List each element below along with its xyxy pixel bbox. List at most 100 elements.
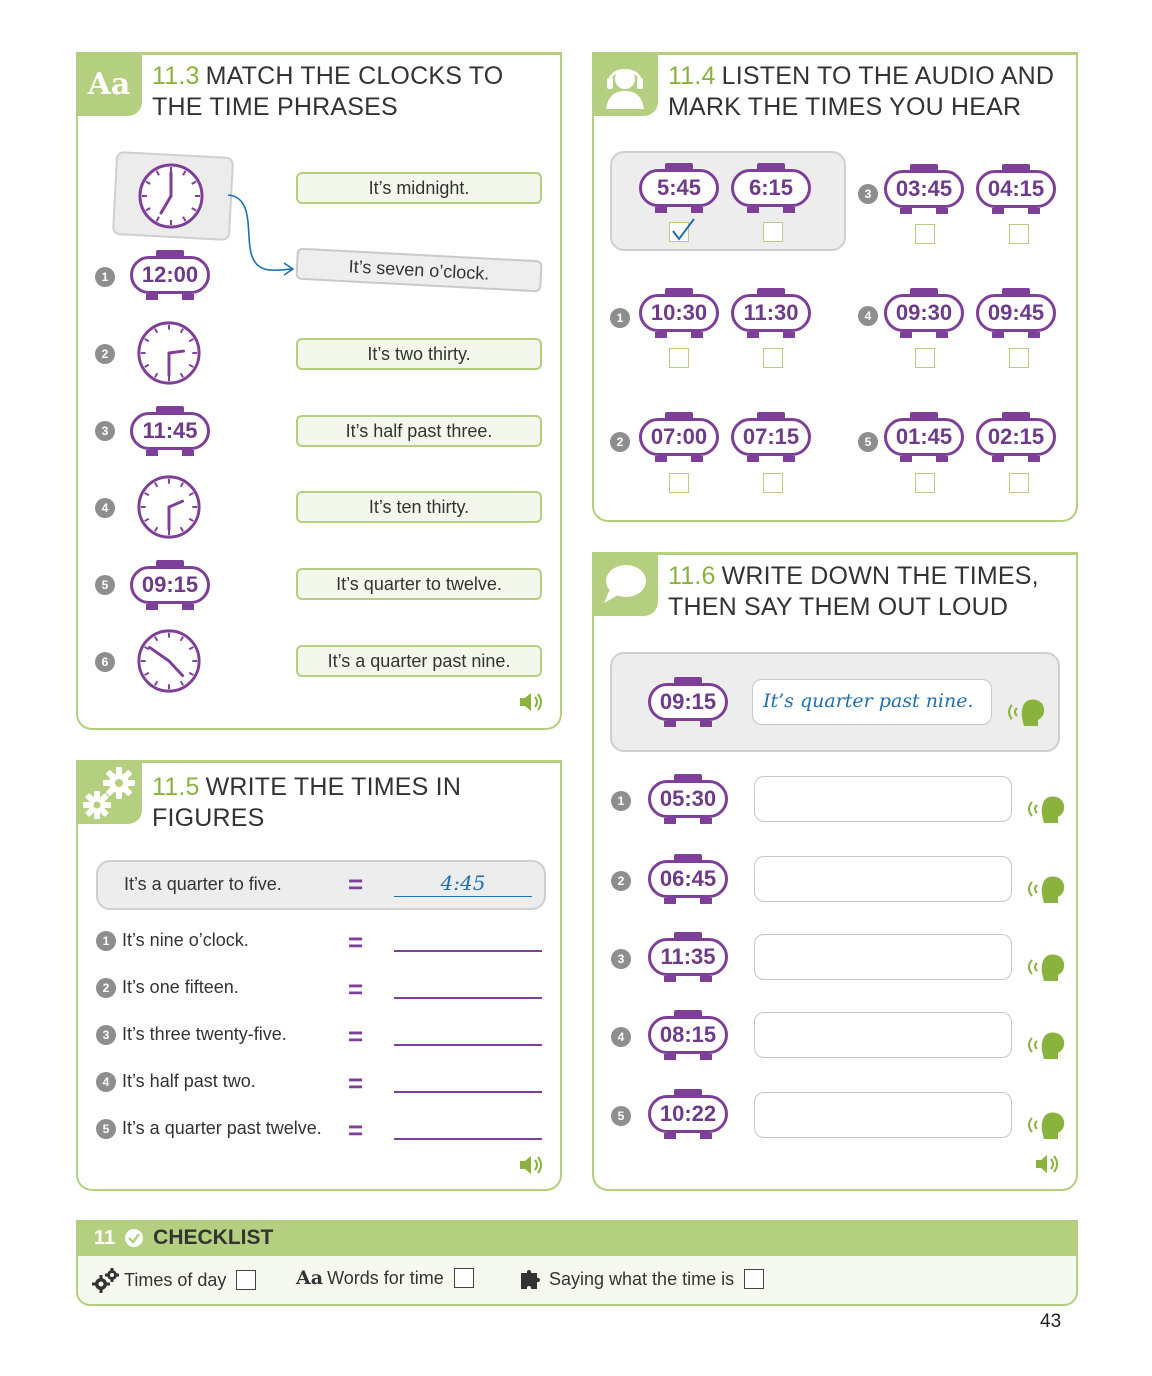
exercise-11-3-title: 11.3 MATCH THE CLOCKS TO THE TIME PHRASES (152, 62, 504, 121)
speaking-head-icon (1028, 876, 1065, 903)
digital-clock: 02:15 (976, 412, 1056, 462)
checkbox[interactable] (1009, 224, 1029, 244)
answer-line[interactable] (394, 1138, 542, 1140)
item-number: 1 (610, 308, 630, 328)
checkbox[interactable] (915, 224, 935, 244)
answer-speech-bubble[interactable] (754, 1092, 1012, 1138)
item-number: 6 (95, 652, 115, 672)
checkbox[interactable] (915, 348, 935, 368)
checklist-checkbox[interactable] (236, 1270, 257, 1290)
check-circle-icon (125, 1229, 144, 1247)
digital-clock: 06:45 (648, 854, 728, 904)
phrase-box[interactable]: It’s quarter to twelve. (296, 568, 542, 600)
headphones-listener-icon (592, 52, 658, 116)
item-sentence: It’s nine o’clock. (122, 930, 249, 950)
digital-clock: 07:00 (639, 412, 719, 462)
page-number: 43 (1040, 1311, 1062, 1332)
gears-icon (76, 760, 142, 824)
digital-clock: 12:00 (130, 250, 210, 300)
phrase-box[interactable]: It’s midnight. (296, 172, 542, 204)
item-number: 2 (95, 344, 115, 364)
digital-clock: 03:45 (884, 164, 964, 214)
digital-clock: 08:15 (648, 1010, 728, 1060)
checkbox[interactable] (763, 222, 783, 242)
digital-clock: 04:15 (976, 164, 1056, 214)
item-sentence: It’s three twenty-five. (122, 1024, 287, 1044)
item-number: 3 (611, 949, 631, 969)
answer-speech-bubble[interactable] (754, 856, 1012, 902)
phrase-box[interactable]: It’s half past three. (296, 415, 542, 447)
speech-bubble-icon (592, 552, 658, 616)
gears-icon (92, 1268, 119, 1293)
answer-speech-bubble[interactable] (754, 776, 1012, 822)
phrase-box[interactable]: It’s ten thirty. (296, 491, 542, 523)
phrase-box[interactable]: It’s two thirty. (296, 338, 542, 370)
item-number: 5 (858, 432, 878, 452)
item-sentence: It’s one fifteen. (122, 977, 239, 997)
checklist-checkbox[interactable] (744, 1269, 765, 1289)
exercise-11-5-panel: 11.5 WRITE THE TIMES IN FIGURES It’s a qu… (76, 760, 562, 1191)
exercise-11-6-panel: 11.6 WRITE DOWN THE TIMES, THEN SAY THEM O… (592, 552, 1078, 1191)
checklist-header: 11 CHECKLIST (76, 1220, 1078, 1256)
speaking-head-icon (1028, 796, 1065, 823)
aa-icon: Aa (76, 52, 142, 116)
item-number: 5 (611, 1106, 631, 1126)
equals-sign: = (348, 1068, 364, 1098)
checkbox[interactable] (915, 473, 935, 493)
item-number: 3 (858, 184, 878, 204)
speaker-icon[interactable] (518, 691, 546, 713)
example-phrase-box: It’s seven o’clock. (295, 247, 543, 293)
item-number: 4 (858, 306, 878, 326)
answer-speech-bubble[interactable] (754, 934, 1012, 980)
checklist-item-words-for-time: Aa Words for time (296, 1267, 474, 1289)
exercise-11-4-title: 11.4 LISTEN TO THE AUDIO AND MARK THE TIME… (668, 62, 1055, 121)
checkbox[interactable] (763, 473, 783, 493)
checklist-item-saying-time: Saying what the time is (519, 1267, 765, 1291)
phrase-box[interactable]: It’s a quarter past nine. (296, 645, 542, 677)
exercise-11-3-panel: Aa 11.3 MATCH THE CLOCKS TO THE TIME PHRAS… (76, 52, 562, 730)
example-answer: It’s quarter past nine. (763, 690, 974, 712)
checkbox[interactable] (1009, 473, 1029, 493)
analog-clock-two-thirty (137, 321, 201, 385)
checkbox[interactable] (1009, 348, 1029, 368)
answer-speech-bubble[interactable] (754, 1012, 1012, 1058)
digital-clock: 10:22 (648, 1089, 728, 1139)
answer-line[interactable] (394, 997, 542, 999)
digital-clock: 07:15 (731, 412, 811, 462)
speaking-head-icon (1008, 699, 1045, 726)
exercise-11-5-title: 11.5 WRITE THE TIMES IN FIGURES (152, 773, 462, 832)
answer-line[interactable] (394, 950, 542, 952)
speaking-head-icon (1028, 954, 1065, 981)
answer-line[interactable] (394, 1044, 542, 1046)
digital-clock: 6:15 (731, 163, 811, 213)
analog-clock-quarter-to-twelve (137, 629, 201, 693)
digital-clock: 09:30 (884, 288, 964, 338)
speaking-head-icon (1028, 1032, 1065, 1059)
checklist-title: CHECKLIST (153, 1226, 274, 1249)
item-number: 1 (96, 931, 116, 951)
equals-sign: = (348, 869, 364, 899)
digital-clock: 11:45 (130, 406, 210, 456)
speaker-icon[interactable] (518, 1154, 546, 1176)
item-sentence: It’s half past two. (122, 1071, 256, 1091)
checkbox[interactable] (669, 473, 689, 493)
item-number: 2 (610, 432, 630, 452)
match-arrow (227, 194, 295, 276)
digital-clock: 09:15 (648, 677, 728, 727)
item-number: 5 (96, 1119, 116, 1139)
checklist-checkbox[interactable] (453, 1268, 474, 1288)
checkbox[interactable] (669, 348, 689, 368)
exercise-11-4-panel: 11.4 LISTEN TO THE AUDIO AND MARK THE TIME… (592, 52, 1078, 522)
checkbox[interactable] (763, 348, 783, 368)
aa-icon: Aa (296, 1267, 324, 1289)
speaker-icon[interactable] (1034, 1153, 1062, 1175)
item-number: 3 (95, 421, 115, 441)
digital-clock: 09:45 (976, 288, 1056, 338)
answer-line[interactable] (394, 1091, 542, 1093)
item-number: 2 (611, 871, 631, 891)
exercise-11-6-title: 11.6 WRITE DOWN THE TIMES, THEN SAY THEM O… (668, 562, 1039, 621)
item-number: 4 (95, 498, 115, 518)
item-number: 5 (95, 575, 115, 595)
checkmark-icon (672, 218, 695, 241)
equals-sign: = (348, 1115, 364, 1145)
